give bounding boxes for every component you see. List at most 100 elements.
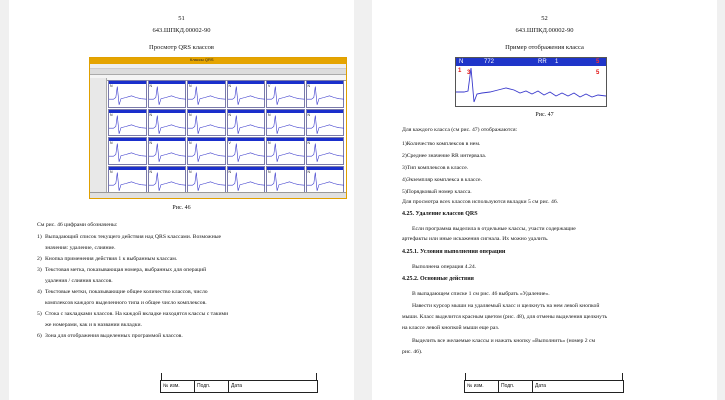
- title-block-upper: [465, 373, 623, 381]
- page-number: 52: [541, 15, 548, 22]
- list-item-continuation: же номерами, как и в названии вкладки.: [45, 322, 142, 328]
- figure-title: Просмотр QRS классов: [149, 44, 214, 51]
- qrs-class-cell[interactable]: N: [226, 108, 265, 136]
- qrs-waveform: [456, 67, 606, 103]
- qrs-class-cell[interactable]: N: [187, 108, 226, 136]
- stamp-cell: Подп.: [499, 381, 533, 392]
- class-waveform: [267, 114, 305, 134]
- qrs-class-cell[interactable]: N: [108, 165, 147, 193]
- class-property-item: 1)Количество комплексов в нем.: [402, 141, 481, 147]
- class-waveform: [227, 86, 265, 105]
- qrs-class-cell[interactable]: N: [108, 137, 147, 165]
- paragraph: В выпадающем списке 1 см рис. 46 выбрать…: [412, 291, 550, 297]
- class-waveform: [148, 171, 186, 191]
- qrs-class-cell[interactable]: N: [147, 80, 186, 108]
- list-item-text: Текстовая метка, показывающая номера, вы…: [45, 267, 207, 273]
- qrs-class-cell[interactable]: N: [147, 108, 186, 136]
- window-titlebar: Классы QRS: [90, 58, 346, 64]
- class-waveform: [109, 86, 147, 105]
- status-bar: [90, 192, 346, 198]
- list-item-text: Кнопка применения действия 1 к выбранным…: [45, 256, 178, 262]
- class-waveform: [109, 114, 147, 134]
- list-item-text: Зона для отображения выделенных программ…: [45, 333, 183, 339]
- qrs-class-cell[interactable]: N: [187, 80, 226, 108]
- qrs-class-cell[interactable]: N: [147, 137, 186, 165]
- class-waveform: [188, 171, 226, 191]
- list-item-number: 6): [37, 333, 42, 339]
- class-count: 772: [484, 59, 495, 65]
- subsection-heading: 4.25.1. Условия выполнения операции: [402, 249, 506, 255]
- class-waveform: [306, 86, 344, 105]
- doc-code: 643.ШПКД.00002-90: [515, 27, 574, 34]
- stamp-cell: Подп.: [195, 381, 229, 392]
- qrs-class-cell[interactable]: N: [226, 165, 265, 193]
- class-waveform: [306, 171, 344, 191]
- class-property-item: 3)Тип комплексов в классе.: [402, 165, 469, 171]
- qrs-class-cell[interactable]: N: [147, 165, 186, 193]
- class-waveform: [227, 114, 265, 134]
- class-waveform: [306, 114, 344, 134]
- stamp-cell: № изм.: [161, 381, 195, 392]
- subsection-heading: 4.25.2. Основные действия: [402, 276, 474, 282]
- window-title: Классы QRS: [190, 57, 214, 62]
- stamp-cell: № изм.: [465, 381, 499, 392]
- class-waveform: [267, 86, 305, 105]
- title-block-upper: [161, 373, 317, 381]
- page-52: 52 643.ШПКД.00002-90 Пример отображения …: [372, 0, 717, 400]
- class-waveform: [148, 143, 186, 162]
- qrs-class-cell[interactable]: N: [305, 108, 344, 136]
- qrs-class-cell[interactable]: V: [226, 137, 265, 165]
- qrs-class-cell[interactable]: N: [187, 137, 226, 165]
- intro-text: См рис. 46 цифрами обозначены:: [37, 222, 118, 228]
- class-waveform: [148, 114, 186, 134]
- page-number: 51: [178, 15, 185, 22]
- figure-caption: Рис. 47: [535, 112, 554, 118]
- intro-text: Для каждого класса (см рис. 47) отобража…: [402, 127, 518, 133]
- class-property-item: 2)Среднее значение RR интервала.: [402, 153, 487, 159]
- class-waveform: [267, 143, 305, 162]
- paragraph: на классе левой кнопкой мыши еще раз.: [402, 325, 500, 331]
- class-type: N: [459, 59, 464, 65]
- qrs-class-cell[interactable]: N: [305, 80, 344, 108]
- class-waveform: [188, 86, 226, 105]
- rr-value: 1: [555, 59, 559, 65]
- class-index: 5: [596, 59, 600, 65]
- list-item-text: Выпадающий список текущего действия над …: [45, 234, 222, 240]
- qrs-class-cell[interactable]: N: [108, 108, 147, 136]
- qrs-class-cell[interactable]: N: [266, 165, 305, 193]
- stamp-cell: Дата: [535, 383, 547, 389]
- list-item-number: 4): [37, 289, 42, 295]
- class-waveform: [267, 171, 305, 191]
- class-header: [456, 58, 606, 66]
- paragraph: Навести курсор мыши на удаляемый класс и…: [412, 303, 600, 309]
- doc-code: 643.ШПКД.00002-90: [152, 27, 211, 34]
- qrs-class-cell[interactable]: N: [305, 165, 344, 193]
- qrs-class-cell[interactable]: N: [108, 80, 147, 108]
- qrs-class-cell[interactable]: N: [226, 80, 265, 108]
- paragraph: Если программа выделила в отдельные клас…: [412, 226, 576, 232]
- section-heading: 4.25. Удаление классов QRS: [402, 211, 478, 217]
- list-item-number: 2): [37, 256, 42, 262]
- title-block: № изм. Подп. Дата: [464, 373, 624, 393]
- qrs-class-cell[interactable]: V: [266, 80, 305, 108]
- stamp-cell: Дата: [231, 383, 243, 389]
- qrs-class-cell[interactable]: N: [305, 137, 344, 165]
- class-waveform: [306, 143, 344, 162]
- class-waveform: [227, 143, 265, 162]
- list-item-text: Текстовые метки, показывающие общее коли…: [45, 289, 208, 295]
- list-item-text: Стока с закладками классов. На каждой вк…: [45, 311, 229, 317]
- paragraph: мыши. Класс выделится красным цветом (ри…: [402, 314, 608, 320]
- paragraph: Выполнена операция 4.24.: [412, 264, 477, 270]
- rr-label: RR: [538, 59, 547, 65]
- qrs-classes-screenshot: Классы QRS NNNNVNNNNNNNNNNVNNNNNNNN: [89, 57, 347, 199]
- list-item-continuation: значения: удаление, слияние.: [45, 245, 116, 251]
- qrs-class-cell[interactable]: N: [266, 137, 305, 165]
- figure-title: Пример отображения класса: [505, 44, 584, 51]
- class-waveform: [148, 86, 186, 105]
- paragraph: рис. 46).: [402, 349, 423, 355]
- qrs-class-cell[interactable]: N: [187, 165, 226, 193]
- list-item-number: 1): [37, 234, 42, 240]
- list-item-continuation: удаления / слияния классов.: [45, 278, 113, 284]
- class-waveform: [109, 143, 147, 162]
- qrs-class-cell[interactable]: N: [266, 108, 305, 136]
